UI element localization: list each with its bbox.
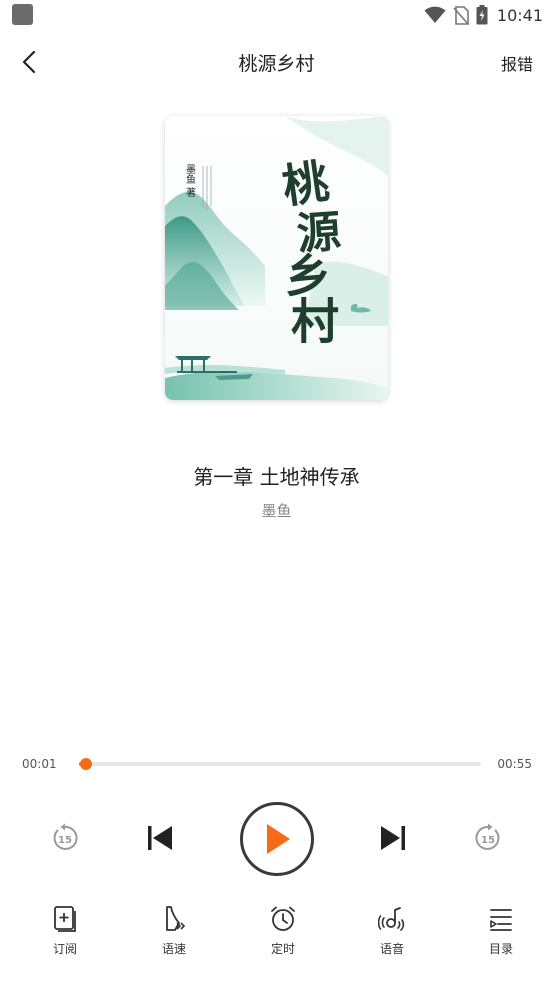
- status-icons: 10:41: [424, 4, 543, 26]
- speed-icon: [166, 906, 186, 931]
- forward-15-button[interactable]: 15: [473, 823, 503, 853]
- forward-icon: 15: [475, 823, 500, 850]
- voice-button[interactable]: 语音: [352, 904, 432, 957]
- svg-text:15: 15: [58, 835, 72, 846]
- skip-previous-icon: [148, 826, 172, 850]
- subscribe-button[interactable]: 订阅: [25, 904, 105, 957]
- status-bar: 10:41: [0, 0, 553, 30]
- rewind-15-button[interactable]: 15: [50, 823, 80, 853]
- subscribe-label: 订阅: [52, 942, 77, 956]
- svg-text:桃: 桃: [279, 154, 332, 214]
- cover-author-mark: 墨鱼 著: [184, 164, 196, 197]
- page-title: 桃源乡村: [238, 53, 315, 75]
- current-time: 00:01: [22, 757, 57, 771]
- voice-icon: [378, 907, 405, 931]
- bottom-toolbar: 订阅 语速 定时 语音 目录: [0, 904, 553, 964]
- battery-charging-icon: [476, 5, 488, 25]
- speed-label: 语速: [161, 942, 186, 956]
- voice-label: 语音: [379, 942, 404, 956]
- chapter-title: 第一章 土地神传承: [193, 465, 360, 489]
- alarm-clock-icon: [271, 906, 295, 931]
- app-notification-icon: [12, 4, 33, 25]
- wifi-icon: [424, 6, 446, 23]
- author-name: 墨鱼: [261, 502, 292, 520]
- subscribe-icon: [54, 906, 76, 932]
- speed-button[interactable]: 语速: [134, 904, 214, 957]
- skip-next-icon: [381, 826, 405, 850]
- rewind-icon: 15: [53, 823, 78, 850]
- cover-art: 桃 源 乡 村 墨鱼 著: [165, 116, 388, 400]
- total-time: 00:55: [497, 757, 532, 771]
- svg-text:15: 15: [481, 835, 495, 846]
- no-sim-icon: [453, 5, 469, 25]
- timer-label: 定时: [270, 942, 295, 956]
- status-time: 10:41: [496, 5, 543, 25]
- catalog-label: 目录: [488, 942, 513, 956]
- progress-bar[interactable]: [79, 758, 481, 770]
- report-error-button[interactable]: 报错: [501, 51, 533, 75]
- progress-thumb[interactable]: [80, 758, 93, 770]
- catalog-button[interactable]: 目录: [461, 904, 541, 957]
- list-icon: [490, 909, 512, 931]
- header: 桃源乡村 报错: [0, 40, 553, 84]
- play-button[interactable]: [240, 802, 314, 876]
- timer-button[interactable]: 定时: [243, 904, 323, 957]
- book-cover: 桃 源 乡 村 墨鱼 著: [165, 116, 388, 400]
- next-chapter-button[interactable]: [377, 822, 409, 854]
- play-icon: [267, 824, 290, 854]
- previous-chapter-button[interactable]: [144, 822, 176, 854]
- svg-text:村: 村: [291, 294, 339, 350]
